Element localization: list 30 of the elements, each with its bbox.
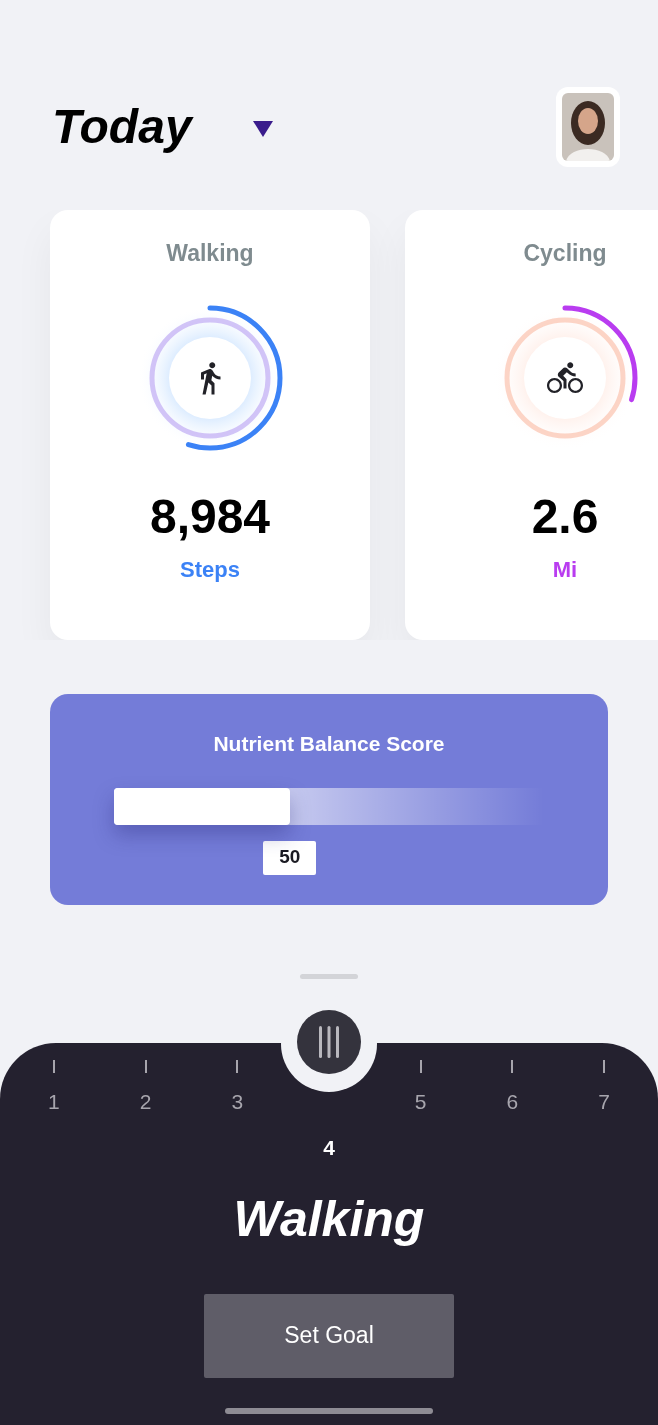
activity-name: Cycling (523, 239, 607, 268)
tick-mark (603, 1060, 606, 1073)
day-number[interactable]: 1 (48, 1086, 60, 1118)
activity-value: 2.6 (531, 492, 599, 541)
day-number[interactable]: 2 (139, 1086, 152, 1118)
tick-mark (144, 1060, 147, 1073)
page-title: Today (52, 103, 192, 151)
tick-mark (511, 1060, 514, 1073)
score-value: 50 (263, 840, 317, 875)
sheet-title: Walking (233, 1193, 425, 1244)
bars-icon (318, 1026, 340, 1058)
activity-card[interactable]: Walking 8,984 Steps (50, 210, 370, 640)
day-number[interactable]: 6 (506, 1086, 519, 1118)
activity-value: 8,984 (149, 492, 271, 541)
day-number[interactable]: 7 (598, 1086, 610, 1118)
bicycle-icon (547, 359, 583, 396)
day-number[interactable]: 4 (323, 1132, 335, 1164)
set-goal-button[interactable]: Set Goal (204, 1293, 454, 1378)
dropdown-icon[interactable] (251, 120, 274, 138)
activity-unit: Mi (552, 555, 578, 584)
tick-mark (419, 1060, 422, 1073)
tick-mark (236, 1060, 239, 1073)
avatar[interactable] (556, 87, 620, 167)
activity-unit: Steps (180, 555, 240, 584)
activity-card[interactable]: Cycling 2.6 Mi (405, 210, 658, 640)
day-number[interactable]: 5 (414, 1086, 427, 1118)
score-title: Nutrient Balance Score (213, 731, 445, 757)
activity-name: Walking (166, 239, 254, 268)
day-number[interactable]: 3 (231, 1086, 244, 1118)
tick-mark (52, 1060, 55, 1073)
